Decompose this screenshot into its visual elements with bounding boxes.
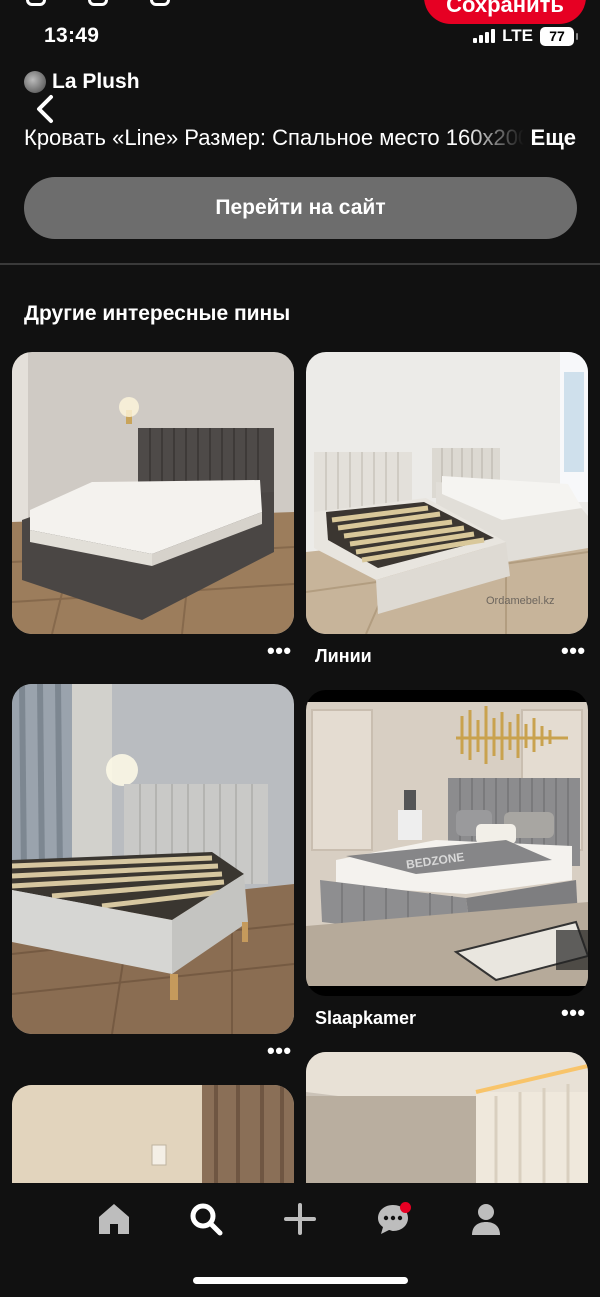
status-indicators: LTE 77 (473, 26, 578, 46)
nav-create[interactable] (280, 1199, 320, 1239)
pin-card[interactable]: BEDZONE (306, 690, 588, 996)
save-button[interactable]: Сохранить (424, 0, 586, 24)
creator[interactable]: La Plush (24, 70, 140, 94)
pin-image (12, 352, 294, 634)
network-type: LTE (502, 26, 533, 45)
pin-image: Ordamebel.kz (306, 352, 588, 634)
signal-icon (473, 29, 496, 43)
more-options-icon[interactable]: ••• (267, 640, 292, 662)
status-time: 13:49 (44, 24, 100, 47)
divider (0, 263, 600, 265)
more-options-icon[interactable]: ••• (561, 1002, 586, 1024)
section-title: Другие интересные пины (24, 302, 291, 325)
nav-messages[interactable] (373, 1199, 413, 1239)
pin-card[interactable]: Ordamebel.kz (306, 352, 588, 634)
pin-card[interactable] (12, 684, 294, 1034)
back-button[interactable] (30, 92, 64, 126)
creator-name[interactable]: La Plush (52, 70, 140, 94)
pin-title: Кровать «Line» Размер: Спальное место 16… (24, 125, 524, 150)
comment-icon[interactable] (88, 0, 108, 6)
battery-level: 77 (549, 28, 565, 44)
pin-image: BEDZONE (306, 702, 588, 986)
nav-profile[interactable] (466, 1199, 506, 1239)
profile-icon (472, 1204, 500, 1235)
share-icon[interactable] (26, 0, 46, 6)
pin-card[interactable] (306, 1052, 588, 1202)
create-icon (284, 1203, 316, 1235)
top-action-icons (26, 0, 170, 6)
visit-site-button[interactable]: Перейти на сайт (24, 177, 577, 239)
more-link[interactable]: Еще (531, 125, 576, 151)
search-icon (190, 1203, 223, 1236)
battery-icon: 77 (540, 26, 578, 46)
pin-image (306, 1052, 588, 1202)
nav-home[interactable] (94, 1199, 134, 1239)
download-icon[interactable] (150, 0, 170, 6)
pin-caption: Slaapkamer (315, 1008, 417, 1028)
home-indicator (193, 1277, 408, 1284)
creator-avatar[interactable] (24, 71, 46, 93)
pin-image (12, 684, 294, 1034)
home-icon (99, 1204, 129, 1234)
more-options-icon[interactable]: ••• (561, 640, 586, 662)
pin-caption: Линии (315, 646, 372, 666)
pin-watermark: Ordamebel.kz (486, 595, 554, 607)
notification-dot (400, 1202, 411, 1213)
nav-search[interactable] (186, 1199, 226, 1239)
pin-card[interactable] (12, 352, 294, 634)
more-options-icon[interactable]: ••• (267, 1040, 292, 1062)
back-icon (37, 95, 53, 123)
